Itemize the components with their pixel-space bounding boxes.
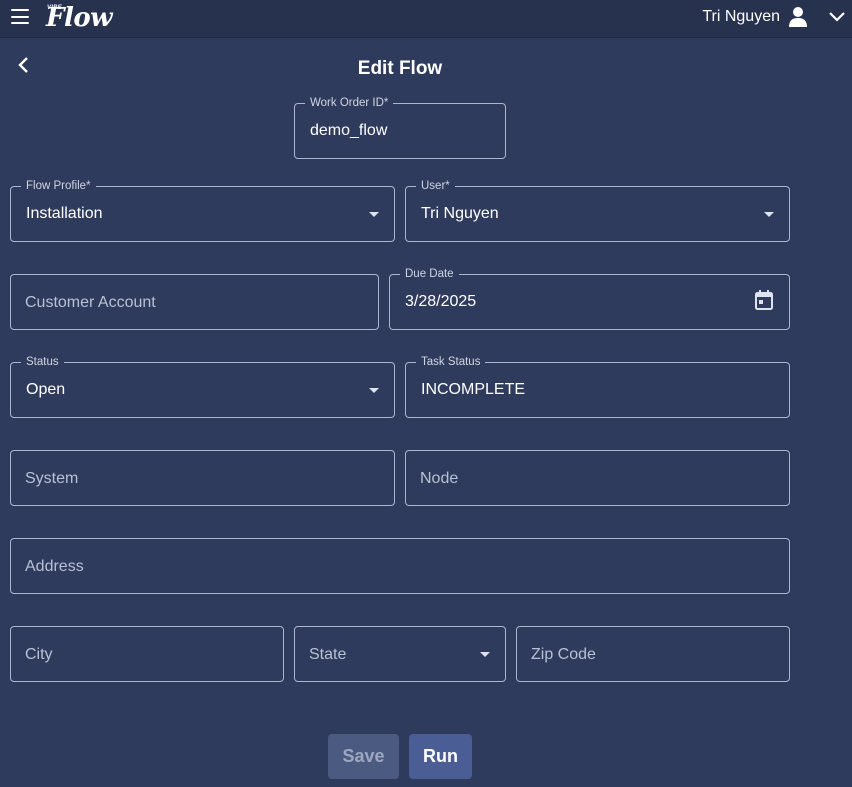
status-value: Open xyxy=(26,381,66,398)
run-button[interactable]: Run xyxy=(409,734,472,779)
chevron-down-icon[interactable] xyxy=(828,9,846,23)
caret-down-icon xyxy=(369,388,379,393)
user-name[interactable]: Tri Nguyen xyxy=(702,8,780,26)
page-title: Edit Flow xyxy=(357,58,443,79)
top-bar: VIBE Flow Tri Nguyen xyxy=(0,0,852,38)
city-placeholder: City xyxy=(25,646,53,663)
user-select[interactable]: User* Tri Nguyen xyxy=(405,180,790,242)
status-label: Status xyxy=(21,356,64,369)
system-placeholder: System xyxy=(25,470,79,487)
system-field[interactable]: System xyxy=(10,450,395,506)
address-field[interactable]: Address xyxy=(10,538,790,594)
due-date-field[interactable]: Due Date 3/28/2025 xyxy=(389,268,790,330)
city-field[interactable]: City xyxy=(10,626,284,682)
customer-account-placeholder: Customer Account xyxy=(25,294,156,311)
caret-down-icon xyxy=(764,212,774,217)
task-status-field[interactable]: Task Status INCOMPLETE xyxy=(405,356,790,418)
status-select[interactable]: Status Open xyxy=(10,356,395,418)
user-label: User* xyxy=(416,180,455,193)
logo-main-text: Flow xyxy=(46,3,113,33)
caret-down-icon xyxy=(480,652,490,657)
caret-down-icon xyxy=(369,212,379,217)
due-date-label: Due Date xyxy=(400,268,459,281)
flow-profile-label: Flow Profile* xyxy=(21,180,96,193)
state-placeholder: State xyxy=(309,646,347,663)
calendar-icon[interactable] xyxy=(754,289,774,311)
zip-code-field[interactable]: Zip Code xyxy=(516,626,790,682)
task-status-value: INCOMPLETE xyxy=(421,381,526,398)
user-value: Tri Nguyen xyxy=(421,205,499,222)
address-placeholder: Address xyxy=(25,558,84,575)
task-status-label: Task Status xyxy=(416,356,486,369)
node-placeholder: Node xyxy=(420,470,459,487)
menu-icon[interactable] xyxy=(11,9,29,25)
work-order-id-label: Work Order ID* xyxy=(305,97,394,110)
work-order-id-value: demo_flow xyxy=(310,122,388,139)
state-select[interactable]: State xyxy=(294,626,506,682)
flow-profile-select[interactable]: Flow Profile* Installation xyxy=(10,180,395,242)
customer-account-field[interactable]: Customer Account xyxy=(10,274,379,330)
due-date-value: 3/28/2025 xyxy=(405,293,477,310)
flow-profile-value: Installation xyxy=(26,205,103,222)
node-field[interactable]: Node xyxy=(405,450,790,506)
zip-code-placeholder: Zip Code xyxy=(531,646,596,663)
save-button[interactable]: Save xyxy=(328,734,399,779)
user-icon[interactable] xyxy=(788,6,808,28)
work-order-id-field[interactable]: Work Order ID* demo_flow xyxy=(294,97,506,159)
